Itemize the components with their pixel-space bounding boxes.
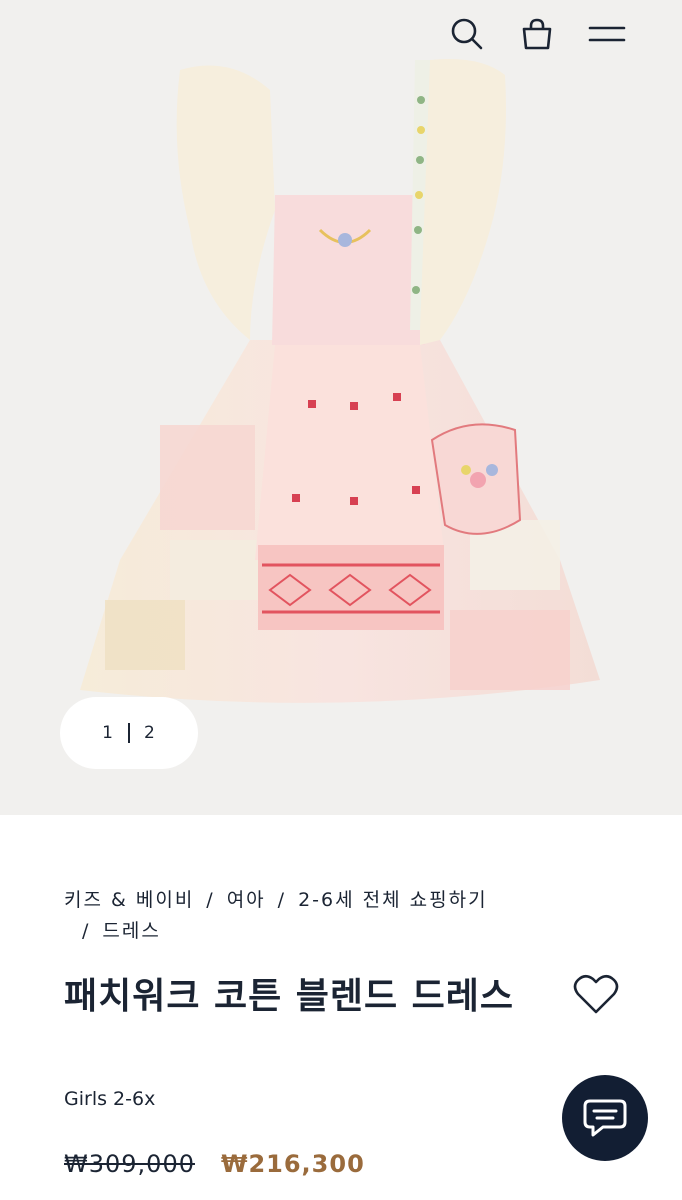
menu-icon	[588, 26, 626, 42]
breadcrumb-item-kids-baby[interactable]: 키즈 & 베이비	[64, 889, 194, 911]
image-pager[interactable]: 1 2	[60, 697, 198, 769]
product-title: 패치워크 코튼 블렌드 드레스	[64, 975, 515, 1017]
shopping-bag-icon	[522, 18, 552, 50]
breadcrumb-item-dresses[interactable]: 드레스	[102, 920, 160, 942]
chat-bubble-icon	[583, 1099, 627, 1137]
cart-button[interactable]	[502, 10, 572, 58]
breadcrumb-separator: /	[82, 920, 91, 942]
dress-illustration	[80, 59, 600, 703]
chat-button[interactable]	[562, 1075, 648, 1161]
pager-total: 2	[144, 723, 156, 743]
menu-button[interactable]	[572, 10, 642, 58]
original-price: ₩309,000	[64, 1150, 195, 1178]
header-actions	[432, 10, 642, 58]
pager-current: 1	[102, 723, 114, 743]
heart-icon	[573, 974, 619, 1014]
size-range: Girls 2-6x	[64, 1088, 156, 1110]
breadcrumb: 키즈 & 베이비 / 여아 / 2-6세 전체 쇼핑하기 / 드레스	[64, 885, 624, 947]
price-block: ₩309,000 ₩216,300	[64, 1150, 365, 1178]
breadcrumb-item-girls[interactable]: 여아	[227, 889, 266, 911]
pager-divider	[128, 723, 130, 743]
search-button[interactable]	[432, 10, 502, 58]
search-icon	[451, 18, 483, 50]
wishlist-button[interactable]	[570, 968, 622, 1020]
breadcrumb-separator: /	[277, 889, 287, 911]
breadcrumb-separator: /	[206, 889, 215, 911]
sale-price: ₩216,300	[220, 1150, 365, 1178]
product-image[interactable]: 1 2	[0, 0, 682, 815]
breadcrumb-item-shop-all[interactable]: 2-6세 전체 쇼핑하기	[298, 889, 487, 911]
